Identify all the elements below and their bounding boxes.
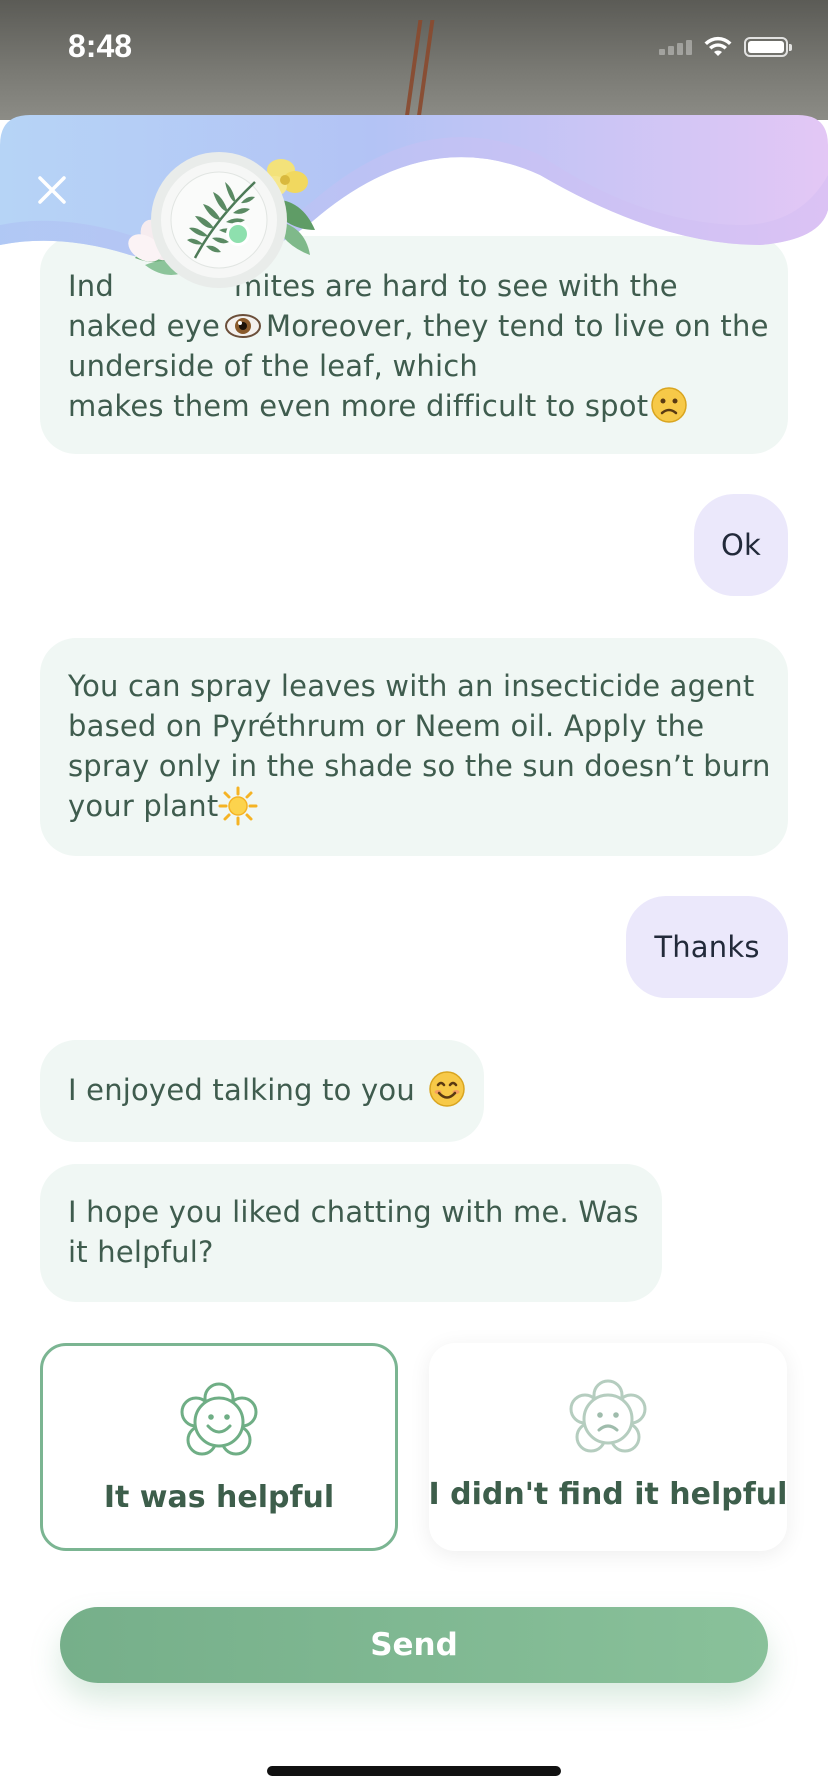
background-plant-stem [401,20,435,120]
send-button[interactable]: Send [60,1607,768,1683]
happy-flower-icon [180,1382,258,1456]
sad-flower-icon [569,1379,647,1453]
helpful-option-label: It was helpful [103,1480,335,1515]
user-message: Ok [694,494,788,596]
not-helpful-option[interactable]: I didn't find it helpful [429,1343,787,1551]
message-text: I hope you liked chatting with me. Was [68,1195,639,1229]
message-text: You can spray leaves with an insecticide… [68,669,755,703]
message-text: I enjoyed talking to you [68,1073,415,1107]
message-text: your plant [68,789,219,823]
smile-emoji-icon [429,1071,466,1107]
message-text: Thanks [654,930,760,964]
bot-message: I enjoyed talking to you [40,1040,484,1142]
bot-message: I hope you liked chatting with me. Was i… [40,1164,662,1302]
frown-emoji-icon [651,387,688,423]
message-text: spray only in the shade so the sun doesn… [68,749,771,783]
message-text: based on Pyréthrum or Neem oil. Apply th… [68,709,705,743]
message-text: Ok [720,528,762,562]
home-indicator[interactable] [267,1766,561,1776]
helpful-option[interactable]: It was helpful [40,1343,398,1551]
message-text: it helpful? [68,1235,214,1269]
close-button[interactable] [30,168,74,212]
send-button-label: Send [370,1627,458,1663]
not-helpful-option-label: I didn't find it helpful [428,1477,788,1512]
close-icon [38,176,66,204]
message-text: underside of the leaf, which [68,349,478,383]
bot-message: You can spray leaves with an insecticide… [40,638,788,856]
cellular-signal-icon [659,39,692,55]
sun-emoji-icon [218,786,258,826]
user-message: Thanks [626,896,788,998]
message-text: makes them even more difficult to spot [68,389,649,423]
battery-icon [744,37,792,57]
status-bar: 8:48 [0,0,828,120]
status-icons [659,36,792,58]
wifi-icon [704,36,732,56]
plant-assistant-avatar [128,152,315,288]
status-time: 8:48 [68,28,133,64]
